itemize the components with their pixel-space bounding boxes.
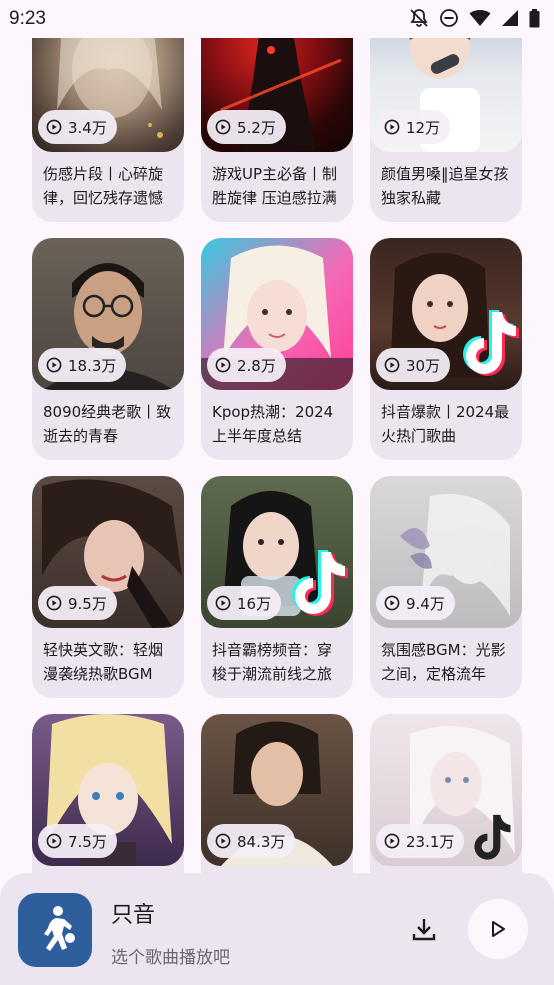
- play-circle-icon: [215, 119, 231, 135]
- player-subtitle: 选个歌曲播放吧: [111, 948, 230, 968]
- play-count-pill: 9.4万: [376, 586, 455, 620]
- playlist-card[interactable]: 23.1万: [370, 714, 522, 878]
- playlist-card[interactable]: 5.2万 游戏UP主必备丨制胜旋律 压迫感拉满: [201, 38, 353, 222]
- cover-image: 18.3万: [32, 238, 184, 390]
- cover-image: 3.4万: [32, 38, 184, 152]
- play-count: 9.4万: [406, 594, 445, 613]
- play-count: 23.1万: [406, 832, 455, 851]
- play-count: 18.3万: [68, 356, 117, 375]
- playlist-title: 抖音霸榜频音：穿梭于潮流前线之旅: [212, 641, 333, 683]
- play-circle-icon: [384, 595, 400, 611]
- play-circle-icon: [46, 357, 62, 373]
- playlist-card[interactable]: 9.5万 轻快英文歌：轻烟漫袭绕热歌BGM: [32, 476, 184, 698]
- play-count-pill: 18.3万: [38, 348, 127, 382]
- basketball-player-icon: [44, 906, 75, 951]
- play-circle-icon: [384, 357, 400, 373]
- playlist-card[interactable]: 30万 抖音爆款丨2024最火热门歌曲: [370, 238, 522, 460]
- playlist-card[interactable]: 2.8万 Kpop热潮：2024上半年度总结: [201, 238, 353, 460]
- playlist-title: 颜值男嗓‖追星女孩独家私藏: [381, 165, 509, 207]
- play-count-pill: 2.8万: [207, 348, 286, 382]
- play-circle-icon: [46, 833, 62, 849]
- play-circle-icon: [46, 595, 62, 611]
- play-count-pill: 3.4万: [38, 110, 117, 144]
- play-count: 7.5万: [68, 832, 107, 851]
- cover-image: 2.8万: [201, 238, 353, 390]
- playlist-title: 8090经典老歌丨致逝去的青春: [43, 403, 172, 445]
- play-circle-icon: [384, 833, 400, 849]
- cover-image: 30万: [370, 238, 522, 390]
- playlist-card[interactable]: 16万 抖音霸榜频音：穿梭于潮流前线之旅: [201, 476, 353, 698]
- play-button[interactable]: [468, 899, 528, 959]
- battery-icon: [529, 8, 540, 27]
- play-count: 30万: [406, 356, 441, 375]
- playlist-card[interactable]: 18.3万 8090经典老歌丨致逝去的青春: [32, 238, 184, 460]
- wifi-icon: [469, 10, 491, 26]
- play-count: 2.8万: [237, 356, 276, 375]
- cover-image: 9.4万: [370, 476, 522, 628]
- play-circle-icon: [215, 357, 231, 373]
- cover-image: 7.5万: [32, 714, 184, 866]
- playlist-title: 游戏UP主必备丨制胜旋律 压迫感拉满: [212, 165, 338, 207]
- play-circle-icon: [215, 833, 231, 849]
- play-count-pill: 7.5万: [38, 824, 117, 858]
- player-title: 只音: [111, 903, 156, 928]
- status-bar: 9:23: [0, 0, 554, 38]
- cover-image: 84.3万: [201, 714, 353, 866]
- play-count-pill: 9.5万: [38, 586, 117, 620]
- play-count-pill: 84.3万: [207, 824, 296, 858]
- play-count-pill: 30万: [376, 348, 451, 382]
- status-icons: [409, 8, 540, 28]
- signal-icon: [502, 10, 518, 26]
- playlist-card[interactable]: 9.4万 氛围感BGM：光影之间，定格流年: [370, 476, 522, 698]
- mini-player[interactable]: 只音 选个歌曲播放吧: [0, 873, 554, 985]
- notifications-off-icon: [410, 9, 428, 27]
- playlist-title: 伤感片段丨心碎旋律，回忆残存遗憾: [43, 165, 164, 207]
- tiktok-logo-icon: [474, 814, 511, 860]
- download-icon: [412, 919, 436, 941]
- play-circle-icon: [46, 119, 62, 135]
- play-count-pill: 23.1万: [376, 824, 465, 858]
- download-button[interactable]: [404, 909, 444, 949]
- tiktok-logo-icon: [292, 550, 348, 616]
- play-circle-icon: [384, 119, 400, 135]
- playlist-title: Kpop热潮：2024上半年度总结: [212, 403, 334, 445]
- playlist-title: 氛围感BGM：光影之间，定格流年: [381, 641, 506, 683]
- cover-image: 23.1万: [370, 714, 522, 866]
- playlist-card[interactable]: 3.4万 伤感片段丨心碎旋律，回忆残存遗憾: [32, 38, 184, 222]
- playlist-title: 抖音爆款丨2024最火热门歌曲: [381, 403, 510, 445]
- playlist-card[interactable]: 12万 颜值男嗓‖追星女孩独家私藏: [370, 38, 522, 222]
- playlist-card[interactable]: 7.5万: [32, 714, 184, 878]
- play-count: 5.2万: [237, 118, 276, 137]
- play-icon: [492, 921, 505, 937]
- app-logo: [18, 893, 92, 967]
- status-time: 9:23: [9, 8, 46, 29]
- play-circle-icon: [215, 595, 231, 611]
- playlist-grid: 3.4万 伤感片段丨心碎旋律，回忆残存遗憾 5.2万 游戏UP主必备丨制胜旋律 …: [0, 38, 554, 878]
- play-count: 12万: [406, 118, 441, 137]
- do-not-disturb-icon: [440, 9, 458, 27]
- play-count-pill: 12万: [376, 110, 451, 144]
- cover-image: 12万: [370, 38, 522, 152]
- play-count-pill: 16万: [207, 586, 282, 620]
- cover-image: 16万: [201, 476, 353, 628]
- play-count: 9.5万: [68, 594, 107, 613]
- play-count: 3.4万: [68, 118, 107, 137]
- cover-image: 5.2万: [201, 38, 353, 152]
- play-count-pill: 5.2万: [207, 110, 286, 144]
- playlist-card[interactable]: 84.3万: [201, 714, 353, 878]
- cover-image: 9.5万: [32, 476, 184, 628]
- playlist-title: 轻快英文歌：轻烟漫袭绕热歌BGM: [43, 641, 164, 683]
- play-count: 16万: [237, 594, 272, 613]
- play-count: 84.3万: [237, 832, 286, 851]
- tiktok-logo-icon: [463, 310, 519, 376]
